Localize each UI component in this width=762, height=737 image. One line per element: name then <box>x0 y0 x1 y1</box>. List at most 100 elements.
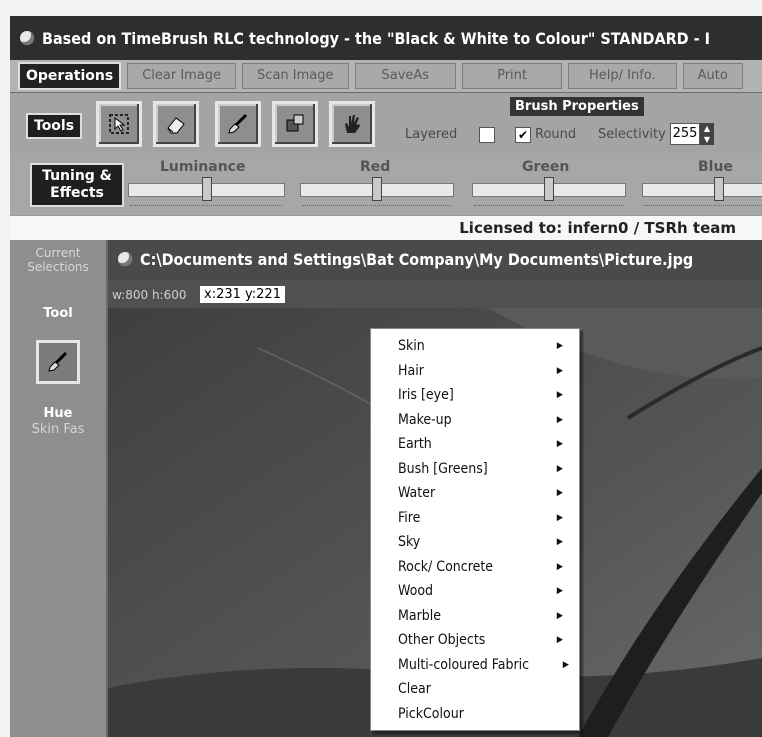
hand-tool-button[interactable] <box>329 101 375 147</box>
menu-item-hair[interactable]: Hair ▶ <box>371 359 579 384</box>
brush-tool-icon <box>228 113 248 134</box>
menu-item-earth[interactable]: Earth ▶ <box>371 432 579 457</box>
selectivity-label: Selectivity <box>598 127 666 142</box>
print-tab[interactable]: Print <box>462 63 562 89</box>
layered-checkbox[interactable] <box>479 127 495 143</box>
submenu-arrow-icon: ▶ <box>556 365 563 376</box>
operations-label: Operations <box>18 62 122 90</box>
blue-slider[interactable] <box>642 183 762 197</box>
submenu-arrow-icon: ▶ <box>556 561 563 572</box>
eraser-tool-icon <box>167 117 185 134</box>
menu-item-label: Sky <box>398 534 421 550</box>
hue-value: Skin Fas <box>31 422 85 437</box>
tuning-effects-row: Tuning & Effects Luminance Red Green Blu… <box>10 153 762 215</box>
app-window: Based on TimeBrush RLC technology - the … <box>10 16 762 737</box>
menu-item-label: Hair <box>398 362 424 379</box>
menu-item-label: Multi-coloured Fabric <box>398 656 530 673</box>
brush-tool-button[interactable] <box>215 101 261 147</box>
tools-label: Tools <box>26 113 83 139</box>
app-icon[interactable] <box>20 31 34 45</box>
brush-icon <box>48 351 68 372</box>
menu-item-water[interactable]: Water ▶ <box>371 481 579 506</box>
current-selections-panel: Current Selections Tool Hue Skin Fas <box>10 240 108 737</box>
current-selections-title: Current Selections <box>27 246 89 274</box>
tools-row: Tools Layered Brush Properties ✔ Round S… <box>10 92 762 154</box>
menu-item-label: Iris [eye] <box>398 387 454 403</box>
blue-slider-thumb[interactable] <box>714 177 724 201</box>
operations-bar: Operations Clear Image Scan Image SaveAs… <box>10 60 762 92</box>
menu-item-label: Water <box>398 485 436 501</box>
menu-item-label: Earth <box>398 436 432 452</box>
menu-item-make-up[interactable]: Make-up ▶ <box>371 408 579 433</box>
menu-item-marble[interactable]: Marble ▶ <box>371 604 579 629</box>
auto-tab[interactable]: Auto <box>682 63 743 89</box>
menu-item-label: Wood <box>398 583 434 599</box>
brush-properties-title: Brush Properties <box>510 97 644 116</box>
document-path: C:\Documents and Settings\Bat Company\My… <box>140 250 694 269</box>
select-tool-icon <box>109 114 129 134</box>
menu-item-other-objects[interactable]: Other Objects ▶ <box>371 628 579 653</box>
luminance-ticks <box>130 205 282 212</box>
red-slider-thumb[interactable] <box>372 177 382 201</box>
submenu-arrow-icon: ▶ <box>556 586 563 596</box>
submenu-arrow-icon: ▶ <box>556 463 563 474</box>
luminance-slider-thumb[interactable] <box>202 177 212 201</box>
red-label: Red <box>360 159 391 175</box>
submenu-arrow-icon: ▶ <box>556 537 563 547</box>
tuning-effects-label: Tuning & Effects <box>30 163 124 207</box>
license-text: Licensed to: infern0 / TSRh team <box>459 219 736 237</box>
menu-item-label: PickColour <box>398 705 464 722</box>
menu-item-wood[interactable]: Wood ▶ <box>371 579 579 604</box>
menu-item-label: Marble <box>398 607 442 624</box>
submenu-arrow-icon: ▶ <box>556 341 563 351</box>
submenu-arrow-icon: ▶ <box>556 635 563 645</box>
menu-item-multi-coloured-fabric[interactable]: Multi-coloured Fabric ▶ <box>371 653 579 678</box>
submenu-arrow-icon: ▶ <box>556 512 563 523</box>
help-info-tab[interactable]: Help/ Info. <box>567 63 677 89</box>
hue-label: Hue <box>43 406 73 421</box>
hand-tool-icon <box>345 115 360 133</box>
window-title: Based on TimeBrush RLC technology - the … <box>42 28 710 48</box>
menu-item-label: Rock/ Concrete <box>398 558 494 575</box>
menu-item-label: Clear <box>398 681 431 697</box>
fill-tool-button[interactable] <box>272 101 318 147</box>
menu-item-iris[interactable]: Iris [eye] ▶ <box>371 383 579 408</box>
menu-item-label: Bush [Greens] <box>398 460 488 477</box>
document-title-bar: C:\Documents and Settings\Bat Company\My… <box>108 240 762 280</box>
menu-item-fire[interactable]: Fire ▶ <box>371 506 579 531</box>
image-height: h:600 <box>151 288 187 302</box>
menu-item-sky[interactable]: Sky ▶ <box>371 530 579 555</box>
menu-item-skin[interactable]: Skin ▶ <box>371 334 579 359</box>
submenu-arrow-icon: ▶ <box>562 659 569 670</box>
material-context-menu: Skin ▶ Hair ▶ Iris [eye] ▶ Make-up ▶ Earth ▶ … <box>370 328 580 731</box>
submenu-arrow-icon: ▶ <box>556 414 563 425</box>
green-ticks <box>474 205 624 212</box>
save-as-tab[interactable]: SaveAs <box>354 63 457 89</box>
select-tool-button[interactable] <box>96 101 142 147</box>
blue-label: Blue <box>698 159 733 175</box>
menu-item-label: Make-up <box>398 411 452 428</box>
current-tool-display <box>36 340 80 384</box>
current-tool-label: Tool <box>43 306 73 321</box>
menu-item-clear[interactable]: Clear <box>371 677 579 702</box>
green-label: Green <box>522 159 570 175</box>
submenu-arrow-icon: ▶ <box>556 390 563 400</box>
menu-item-bush[interactable]: Bush [Greens] ▶ <box>371 457 579 482</box>
submenu-arrow-icon: ▶ <box>556 439 563 449</box>
menu-item-pick-colour[interactable]: PickColour <box>371 702 579 727</box>
luminance-label: Luminance <box>160 159 246 175</box>
fill-tool-icon <box>286 114 304 132</box>
eraser-tool-button[interactable] <box>153 101 199 147</box>
selectivity-input[interactable]: 255 <box>670 123 700 145</box>
menu-item-label: Fire <box>398 509 421 526</box>
selectivity-spinner[interactable]: ▲ ▼ <box>700 123 714 145</box>
submenu-arrow-icon: ▶ <box>556 610 563 621</box>
document-icon[interactable] <box>118 252 132 266</box>
scan-image-tab[interactable]: Scan Image <box>242 63 349 89</box>
blue-ticks <box>644 205 762 212</box>
image-dimensions: w:800 h:600 <box>112 288 187 302</box>
menu-item-rock-concrete[interactable]: Rock/ Concrete ▶ <box>371 555 579 580</box>
clear-image-tab[interactable]: Clear Image <box>127 63 237 89</box>
round-checkbox[interactable]: ✔ <box>515 127 531 143</box>
green-slider-thumb[interactable] <box>544 177 554 201</box>
